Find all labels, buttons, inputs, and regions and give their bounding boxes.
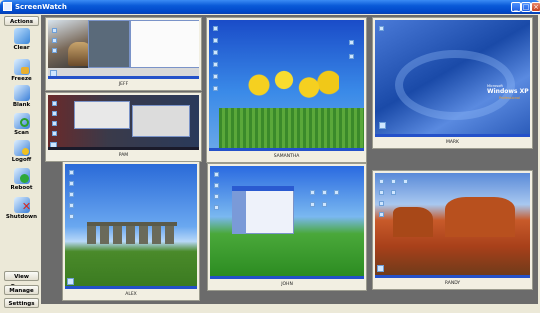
freeze-icon: [13, 59, 30, 75]
shutdown-label: Shutdown: [5, 214, 38, 220]
screen-name: RANDY: [444, 281, 461, 286]
blank-button[interactable]: Blank: [5, 85, 38, 113]
minimize-button[interactable]: _: [511, 2, 521, 12]
status-strip: [41, 304, 538, 313]
xp-logo-edition: Professional: [499, 96, 521, 100]
reboot-button[interactable]: Reboot: [5, 168, 38, 196]
screen-name: SAMANTHA: [273, 154, 300, 159]
screen-tile-samantha[interactable]: SAMANTHA: [206, 17, 367, 163]
screen-thumbnail: [65, 164, 197, 289]
manage-button[interactable]: Manage: [4, 285, 39, 295]
actions-header-button[interactable]: Actions: [4, 16, 39, 26]
shutdown-icon: ✕: [13, 197, 31, 213]
screen-tile-randy[interactable]: RANDY: [372, 170, 533, 290]
clear-label: Clear: [13, 45, 30, 51]
screen-name: JEFF: [118, 82, 129, 87]
maximize-button[interactable]: □: [521, 2, 531, 12]
view-groups-button[interactable]: View Groups: [4, 271, 39, 290]
screen-name: PAM: [118, 153, 129, 158]
screen-name: ALEX: [125, 292, 137, 297]
screen-thumbnail: [48, 20, 199, 79]
shutdown-button[interactable]: ✕ Shutdown: [5, 197, 38, 225]
screen-tile-john[interactable]: JOHN: [207, 163, 367, 291]
screen-name: JOHN: [281, 282, 293, 287]
scan-icon: [13, 113, 30, 129]
screenwatch-window: ScreenWatch _ □ × Actions Clear Freeze B…: [0, 0, 540, 313]
scan-label: Scan: [14, 130, 29, 136]
close-button[interactable]: ×: [531, 2, 540, 12]
freeze-label: Freeze: [11, 76, 32, 82]
screens-grid: JEFF SAMANTHA Microsoft Windows XP Profe…: [41, 15, 538, 311]
clear-button[interactable]: Clear: [5, 28, 38, 56]
screen-thumbnail: Microsoft Windows XP Professional: [375, 20, 530, 137]
actions-sidebar: Actions Clear Freeze Blank Scan Logoff R…: [3, 15, 40, 311]
logoff-button[interactable]: Logoff: [5, 140, 38, 168]
screen-thumbnail: [210, 166, 364, 279]
xp-logo-windows: Windows XP: [487, 88, 529, 95]
logoff-label: Logoff: [11, 157, 32, 163]
blank-label: Blank: [12, 102, 31, 108]
scan-button[interactable]: Scan: [5, 113, 38, 141]
title-bar[interactable]: ScreenWatch _ □ ×: [0, 0, 540, 14]
logoff-icon: [13, 140, 30, 156]
settings-button[interactable]: Settings: [4, 298, 39, 308]
screen-tile-pam[interactable]: PAM: [45, 92, 202, 162]
screen-tile-alex[interactable]: ALEX: [62, 161, 200, 301]
screen-name: MARK: [445, 140, 460, 145]
blank-icon: [13, 85, 30, 101]
window-title: ScreenWatch: [15, 3, 67, 11]
freeze-button[interactable]: Freeze: [5, 59, 38, 87]
reboot-icon: [13, 168, 30, 184]
screen-thumbnail: [209, 20, 364, 151]
screen-tile-mark[interactable]: Microsoft Windows XP Professional MARK: [372, 17, 533, 149]
screen-thumbnail: [48, 95, 199, 150]
screen-tile-jeff[interactable]: JEFF: [45, 17, 202, 91]
app-icon: [3, 2, 12, 11]
screen-thumbnail: [375, 173, 530, 278]
clear-icon: [13, 28, 30, 44]
reboot-label: Reboot: [10, 185, 33, 191]
